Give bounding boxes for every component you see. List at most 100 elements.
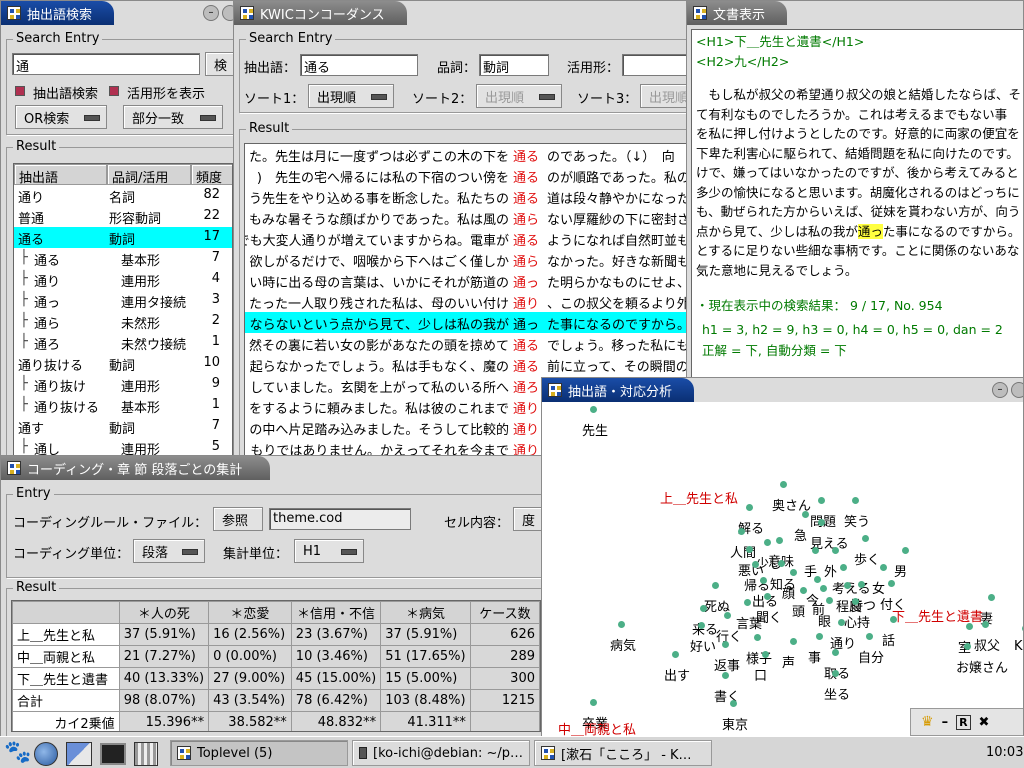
table-row[interactable]: 下＿先生と遺書 40 (13.33%) 27 (9.00%) 45 (15.00%) 1… — [12, 667, 540, 690]
search-window-titlebar[interactable]: 抽出語検索 – — [1, 1, 237, 25]
table-cell — [469, 711, 540, 731]
maximize-icon[interactable] — [1011, 382, 1023, 398]
minus-icon[interactable]: – — [942, 715, 949, 730]
ca-point — [844, 582, 851, 589]
kwic-line[interactable]: た。先生は月に一度ずつは必ずこの木の下を 通る のであった。（↓） 向 — [245, 144, 689, 165]
r-icon[interactable]: R — [956, 714, 971, 730]
kwic-line[interactable]: い時に出る母の言葉は、いかにそれが筋道の 通っ た明らかなものにせよ、 — [245, 270, 689, 291]
table-header-cell[interactable]: ＊信用・不信 — [290, 601, 382, 624]
minimize-icon[interactable]: – — [203, 5, 219, 21]
kwic-line[interactable]: ならないという点から見て、少しは私の我が 通っ た事になるのですから。 — [245, 312, 689, 333]
taskbar-item-label: [漱石「こころ」 - K… — [561, 747, 692, 763]
table-row[interactable]: 合計 98 (8.07%) 43 (3.54%) 78 (6.42%) 103 (8.4… — [12, 689, 540, 712]
col-freq-header[interactable]: 頻度 — [191, 164, 232, 186]
table-cell: 23 (3.67%) — [290, 623, 382, 646]
crown-icon[interactable]: ♛ — [921, 714, 934, 730]
pos-input[interactable]: 動詞 — [479, 54, 549, 76]
list-item[interactable]: ├ 通ろ 未然ウ接続 1 — [14, 332, 232, 353]
table-row[interactable]: 中＿両親と私 21 (7.27%) 0 (0.00%) 10 (3.46%) 51 (1… — [12, 645, 540, 668]
table-row[interactable]: 上＿先生と私 37 (5.91%) 16 (2.56%) 23 (3.67%) 37 (… — [12, 623, 540, 646]
col-pos-header[interactable]: 品詞/活用 — [107, 164, 191, 186]
conjugation-label: 活用形を表示 — [127, 87, 206, 102]
list-item[interactable]: 通り抜ける 動詞 10 — [14, 353, 232, 374]
table-cell: 10 (3.46%) — [290, 645, 382, 668]
list-item[interactable]: 通す 動詞 7 — [14, 416, 232, 437]
kwic-right-context: 、この叔父を頼るより外 — [547, 297, 690, 312]
list-item[interactable]: 通る 動詞 17 — [14, 227, 232, 248]
col-word-header[interactable]: 抽出語 — [14, 164, 107, 186]
globe-icon[interactable] — [34, 742, 58, 766]
minimize-icon[interactable]: – — [992, 382, 1008, 398]
search-entry-label: Search Entry — [13, 31, 103, 46]
table-cell: 78 (6.42%) — [290, 689, 382, 712]
aggregation-select[interactable]: H1 — [294, 539, 364, 563]
ca-window-titlebar[interactable]: 抽出語・対応分析 – — [542, 378, 1023, 402]
coding-table[interactable]: ＊人の死 ＊恋愛 ＊信用・不信 ＊病気 ケース数 上＿先生と私 37 (5.91%) 16 (… — [11, 600, 541, 732]
document-window-titlebar[interactable]: 文書表示 — [687, 1, 1023, 25]
browse-button[interactable]: 参照 — [213, 507, 263, 531]
list-item[interactable]: ├ 通っ 連用タ接続 3 — [14, 290, 232, 311]
ca-word-label: 心持 — [844, 616, 871, 631]
taskbar-item-toplevel[interactable]: Toplevel (5) — [170, 740, 348, 766]
kwic-window-tab[interactable]: KWICコンコーダンス — [234, 1, 407, 25]
coding-unit-select[interactable]: 段落 — [133, 539, 205, 563]
kwic-line[interactable]: 欲しがるだけで、咽喉から下へはごく僅しか 通ら なかった。好きな新聞も — [245, 249, 689, 270]
document-window-tab[interactable]: 文書表示 — [687, 1, 788, 25]
document-text[interactable]: <H1>下＿先生と遺書</H1> <H2>九</H2> もし私が叔父の希望通り叔… — [691, 29, 1023, 379]
sort3-select[interactable]: 出現順 — [640, 84, 690, 108]
extract-search-checkbox[interactable] — [15, 86, 25, 96]
word-input[interactable]: 通る — [300, 54, 418, 76]
conj-input[interactable] — [622, 54, 690, 76]
conjugation-checkbox[interactable] — [109, 86, 119, 96]
taskbar-item-terminal[interactable]: [ko-ichi@debian: ~/p… — [352, 740, 530, 766]
table-header-cell[interactable]: ＊人の死 — [118, 601, 210, 624]
search-mode-select[interactable]: OR検索 — [15, 105, 107, 129]
kwic-line[interactable]: 路だけでも大変人通りが増えていますからね。電車が通るようになれば自然町並も — [245, 228, 689, 249]
table-header-cell[interactable] — [12, 601, 120, 624]
match-mode-select[interactable]: 部分一致 — [123, 105, 223, 129]
list-item[interactable]: ├ 通ら 未然形 2 — [14, 311, 232, 332]
ca-window-tab[interactable]: 抽出語・対応分析 — [542, 378, 695, 402]
rule-file-label: コーディングルール・ファイル： — [13, 516, 208, 531]
pos-label: 品詞： — [437, 61, 477, 76]
word-list[interactable]: 抽出語 品詞/活用 頻度 通り 名詞 82 普通 形容動詞 22 通る 動詞 17 ├ 通る 基本形 7… — [13, 163, 233, 459]
sort2-select[interactable]: 出現順 — [476, 84, 562, 108]
table-cell: 51 (17.65%) — [380, 645, 471, 668]
search-input[interactable]: 通 — [12, 53, 200, 75]
rule-file-input[interactable]: theme.cod — [269, 508, 411, 530]
kwic-line[interactable]: たった一人取り残された私は、母のいい付け 通り 、この叔父を頼るより外 — [245, 291, 689, 312]
table-header-cell[interactable]: ケース数 — [469, 601, 540, 624]
kwic-line[interactable]: 然その裏に若い女の影があなたの頭を掠めて 通る でしょう。移った私にも — [245, 333, 689, 354]
kwic-keyword: 通っ — [513, 276, 540, 291]
editor-icon[interactable] — [66, 742, 92, 766]
table-header-cell[interactable]: ＊恋愛 — [208, 601, 292, 624]
list-item[interactable]: ├ 通る 基本形 7 — [14, 248, 232, 269]
ca-point — [764, 539, 771, 546]
extract-search-label: 抽出語検索 — [33, 87, 99, 102]
kwic-line[interactable]: もみな暑そうな顔ばかりであった。私は風の 通ら ない厚羅紗の下に密封さ — [245, 207, 689, 228]
files-icon[interactable] — [134, 742, 158, 766]
kwic-window-titlebar[interactable]: KWICコンコーダンス — [234, 1, 690, 25]
list-item[interactable]: ├ 通り抜ける 基本形 1 — [14, 395, 232, 416]
kwic-line[interactable]: ) 先生の宅へ帰るには私の下宿のつい傍を 通る のが順路であった。私の — [245, 165, 689, 186]
list-item[interactable]: 普通 形容動詞 22 — [14, 206, 232, 227]
list-item[interactable]: ├ 通り 連用形 4 — [14, 269, 232, 290]
footprint-icon[interactable]: 🐾 — [4, 741, 31, 765]
list-item[interactable]: ├ 通り抜け 連用形 9 — [14, 374, 232, 395]
kwic-line[interactable]: 起らなかったでしょう。私は手もなく、魔の 通る 前に立って、その瞬間の — [245, 354, 689, 375]
tree-line: ├ — [20, 292, 28, 307]
search-window-tab[interactable]: 抽出語検索 — [1, 1, 115, 25]
search-mode-value: OR検索 — [24, 111, 70, 127]
sort1-select[interactable]: 出現順 — [308, 84, 394, 108]
terminal-icon[interactable] — [100, 743, 126, 765]
table-header-cell[interactable]: ＊病気 — [380, 601, 471, 624]
coding-window-tab[interactable]: コーディング・章 節 段落ごとの集計 — [1, 456, 271, 480]
coding-window-titlebar[interactable]: コーディング・章 節 段落ごとの集計 — [1, 456, 545, 480]
list-item[interactable]: 通り 名詞 82 — [14, 185, 232, 206]
tools-icon[interactable]: ✖ — [979, 715, 990, 730]
kwic-line[interactable]: う先生をやり込める事を断念した。私たちの 通る 道は段々静やかになった — [245, 186, 689, 207]
doc-line-text: も、動ぜられた方からいえば、従妹を貰わない方が、向う — [696, 204, 1021, 219]
ca-plot[interactable]: 先生奥さん問題笑う解る急見える人間意味歩く男悪い少し帰る知る手外考える女出る顔今… — [542, 403, 1023, 738]
taskbar-item-soseki[interactable]: [漱石「こころ」 - K… — [534, 740, 712, 766]
table-row[interactable]: カイ2乗値 15.396** 38.582** 48.832** 41.311** — [12, 711, 540, 731]
